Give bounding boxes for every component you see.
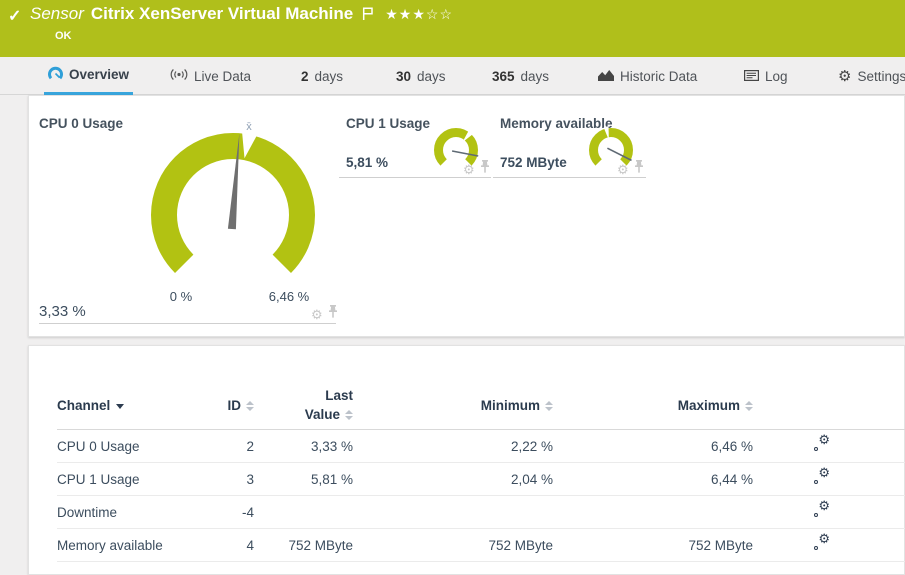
cell-channel: Downtime	[57, 504, 118, 520]
tab-365-days-label: days	[520, 68, 550, 84]
sort-icon	[246, 401, 254, 412]
cell-channel: Memory available	[57, 537, 163, 553]
average-marker-label: x̄	[246, 121, 252, 133]
channels-panel: Channel ID Last Value Minimum Maximum CP…	[28, 345, 905, 575]
channel-settings-icon[interactable]: ⚙	[813, 433, 830, 453]
channel-settings-icon[interactable]: ⚙	[813, 499, 830, 519]
flag-icon[interactable]	[362, 7, 374, 21]
status-check-icon: ✓	[8, 8, 22, 25]
sensor-header-bar: ✓ Sensor Citrix XenServer Virtual Machin…	[0, 0, 905, 57]
sort-icon	[545, 401, 553, 412]
cpu0-mini-toolbar: ⚙	[311, 305, 338, 323]
gauge-min-label: 0 %	[169, 289, 193, 304]
object-kind-label: Sensor	[30, 4, 84, 23]
col-header-minimum[interactable]: Minimum	[353, 398, 553, 413]
gauge-cpu1-value: 5,81 %	[346, 155, 389, 170]
cell-max: 6,44 %	[710, 471, 753, 487]
cell-id: 2	[246, 438, 254, 454]
col-header-channel-label: Channel	[57, 398, 111, 413]
col-header-last-value[interactable]: Last Value	[254, 387, 353, 423]
cell-last: 752 MByte	[288, 537, 353, 553]
col-header-maximum[interactable]: Maximum	[553, 398, 753, 413]
col-header-minimum-label: Minimum	[480, 398, 540, 413]
tab-2-days-label: days	[314, 68, 344, 84]
tab-overview-label: Overview	[69, 67, 130, 82]
cell-max: 6,46 %	[710, 438, 753, 454]
tab-log[interactable]: Log	[744, 57, 788, 95]
table-row: CPU 0 Usage 2 3,33 % 2,22 % 6,46 % ⚙	[57, 430, 905, 463]
cpu1-divider	[339, 177, 491, 178]
table-row: Memory available 4 752 MByte 752 MByte 7…	[57, 529, 905, 562]
cell-channel: CPU 0 Usage	[57, 438, 140, 454]
col-header-value-label: Value	[304, 406, 340, 422]
log-list-icon	[744, 69, 760, 84]
channels-table: Channel ID Last Value Minimum Maximum CP…	[29, 382, 905, 562]
gauge-max-label: 6,46 %	[268, 289, 310, 304]
cell-id: 4	[246, 537, 254, 553]
tab-30-days-label: days	[417, 68, 446, 84]
tab-historic-data-label: Historic Data	[620, 68, 698, 84]
cell-min: 752 MByte	[488, 537, 553, 553]
gear-icon[interactable]: ⚙	[617, 163, 629, 176]
gear-icon[interactable]: ⚙	[463, 163, 475, 176]
settings-gear-icon: ⚙	[838, 67, 852, 85]
channel-settings-icon[interactable]: ⚙	[813, 532, 830, 552]
col-header-id[interactable]: ID	[207, 398, 254, 413]
gauges-panel: CPU 0 Usage x̄ 0 % 6,46 % 3,33 % ⚙ CPU 1…	[28, 95, 905, 337]
tab-30-days[interactable]: 30 days	[396, 57, 446, 95]
cpu0-gauge-dial: x̄	[151, 121, 315, 273]
tab-30-days-number: 30	[396, 68, 412, 84]
priority-stars[interactable]: ★★★☆☆	[385, 6, 453, 23]
tab-historic-data[interactable]: Historic Data	[598, 57, 697, 95]
cpu0-divider	[39, 323, 336, 324]
tab-bar: Overview Live Data 2 days 30 days 365 da…	[0, 57, 905, 95]
tab-settings[interactable]: ⚙ Settings	[838, 57, 905, 95]
sort-icon	[345, 409, 353, 420]
page-title: Citrix XenServer Virtual Machine	[90, 4, 354, 23]
cell-channel: CPU 1 Usage	[57, 471, 140, 487]
tab-overview[interactable]: Overview	[44, 57, 134, 95]
cell-id: 3	[246, 471, 254, 487]
memory-mini-toolbar: ⚙	[617, 160, 644, 178]
gauge-memory-value: 752 MByte	[500, 155, 567, 170]
tab-live-data-label: Live Data	[194, 68, 252, 84]
title-row: Sensor Citrix XenServer Virtual Machine …	[30, 4, 453, 24]
pin-icon[interactable]	[634, 160, 644, 178]
cell-last: 3,33 %	[310, 438, 353, 454]
tab-365-days[interactable]: 365 days	[492, 57, 549, 95]
gauge-cpu1-title: CPU 1 Usage	[346, 116, 431, 131]
live-broadcast-icon	[170, 68, 188, 84]
channel-settings-icon[interactable]: ⚙	[813, 466, 830, 486]
tab-2-days[interactable]: 2 days	[301, 57, 343, 95]
tab-365-days-number: 365	[492, 68, 515, 84]
table-row: Downtime -4 ⚙	[57, 496, 905, 529]
tab-live-data[interactable]: Live Data	[170, 57, 251, 95]
col-header-maximum-label: Maximum	[677, 398, 740, 413]
gauge-icon	[48, 66, 63, 84]
memory-divider	[493, 177, 646, 178]
gauge-cpu0-title: CPU 0 Usage	[39, 116, 124, 131]
cell-max: 752 MByte	[688, 537, 753, 553]
sort-icon	[745, 401, 753, 412]
cell-last: 5,81 %	[310, 471, 353, 487]
gauge-cpu0-value: 3,33 %	[39, 303, 86, 320]
col-header-channel[interactable]: Channel	[57, 398, 207, 413]
cpu1-mini-toolbar: ⚙	[463, 160, 490, 178]
table-header-row: Channel ID Last Value Minimum Maximum	[57, 382, 905, 430]
col-header-last-label: Last	[325, 388, 353, 404]
cell-min: 2,04 %	[510, 471, 553, 487]
cell-min: 2,22 %	[510, 438, 553, 454]
col-header-id-label: ID	[227, 398, 242, 413]
tab-2-days-number: 2	[301, 68, 309, 84]
cell-id: -4	[241, 504, 254, 520]
sort-desc-icon	[116, 403, 125, 409]
pin-icon[interactable]	[328, 305, 338, 323]
table-row: CPU 1 Usage 3 5,81 % 2,04 % 6,44 % ⚙	[57, 463, 905, 496]
status-badge: OK	[55, 30, 72, 42]
pin-icon[interactable]	[480, 160, 490, 178]
gear-icon[interactable]: ⚙	[311, 308, 323, 321]
tab-settings-label: Settings	[857, 68, 905, 84]
tab-log-label: Log	[765, 68, 788, 84]
area-chart-icon	[598, 69, 614, 84]
